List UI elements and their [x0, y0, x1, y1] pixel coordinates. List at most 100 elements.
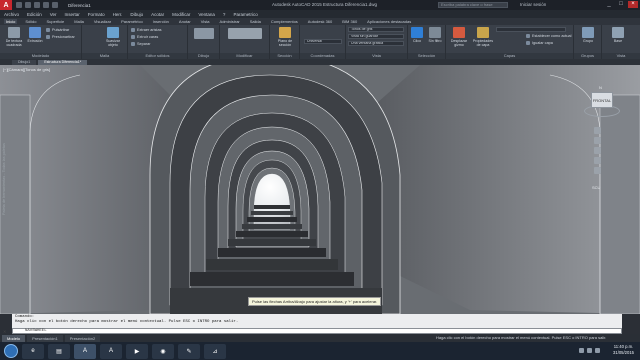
- match-layer-button[interactable]: Igualar capa: [526, 41, 553, 45]
- set-current-button[interactable]: Establecer como actual: [526, 34, 571, 38]
- tab-visualizar[interactable]: Visualizar: [92, 19, 113, 24]
- menu-item[interactable]: Archivo: [4, 12, 19, 17]
- new-icon[interactable]: [16, 2, 22, 8]
- tab-parametrico[interactable]: Paramétrico: [119, 19, 145, 24]
- modify-tools[interactable]: [226, 28, 264, 40]
- tab-administrar[interactable]: Administrar: [218, 19, 242, 24]
- menu-bar: Archivo Edición Ver Insertar Formato Her…: [0, 10, 640, 18]
- presspull-button[interactable]: Presionartirar: [46, 35, 75, 39]
- tab-modelo[interactable]: Modelo: [2, 334, 26, 342]
- viewport-controls-label[interactable]: [−][Cámara][Tonos de gris]: [3, 67, 50, 72]
- tab-malla[interactable]: Malla: [72, 19, 86, 24]
- media-icon[interactable]: ▶: [126, 343, 148, 359]
- pull-button[interactable]: Pulsártirar: [46, 28, 69, 32]
- menu-item[interactable]: Modificar: [172, 12, 190, 17]
- extrude-button[interactable]: Extrusión: [27, 27, 43, 43]
- menu-item[interactable]: Parametrico: [233, 12, 257, 17]
- tab-presentacion1[interactable]: Presentación1: [27, 334, 63, 342]
- tab-complementos[interactable]: Complementos: [269, 19, 300, 24]
- section-plane-button[interactable]: Plano de sección: [273, 27, 297, 47]
- clock[interactable]: 11:40 p.m. 31/05/2015: [613, 344, 634, 356]
- group-icon: [582, 27, 594, 38]
- visual-style-combo[interactable]: Tonos de gris: [348, 27, 404, 32]
- network-icon[interactable]: [579, 348, 584, 353]
- culling-icon: [411, 27, 423, 38]
- paint-icon[interactable]: ✎: [178, 343, 200, 359]
- tab-anotar[interactable]: Anotar: [177, 19, 193, 24]
- smooth-object-button[interactable]: Suavizar objeto: [102, 27, 124, 47]
- viewcube[interactable]: N FRONTAL: [584, 85, 620, 119]
- box-button[interactable]: De textura cuadrada: [2, 27, 26, 47]
- panel-modelado: De textura cuadrada Extrusión Pulsártira…: [0, 25, 82, 59]
- tool-palette-label[interactable]: Paleta de herramientas - Todas las palet…: [2, 143, 6, 215]
- explorer-icon[interactable]: ▤: [48, 343, 70, 359]
- menu-item[interactable]: ?: [223, 12, 226, 17]
- tab-solido[interactable]: Sólido: [23, 19, 38, 24]
- drawing-viewport[interactable]: [−][Cámara][Tonos de gris] N FRONTAL SCU…: [0, 65, 640, 314]
- tab-bim-360[interactable]: BIM 360: [340, 19, 359, 24]
- orbit-icon[interactable]: [593, 157, 601, 164]
- menu-item[interactable]: Herr.: [113, 12, 123, 17]
- minimize-icon[interactable]: _: [604, 1, 614, 8]
- draw-tools[interactable]: [192, 28, 216, 40]
- layer-properties-icon: [477, 27, 489, 38]
- pan-icon[interactable]: [593, 137, 601, 144]
- wcs-menu[interactable]: SCU: [592, 185, 600, 190]
- menu-item[interactable]: Ventana: [198, 12, 215, 17]
- no-filter-button[interactable]: Sin filtro: [426, 27, 444, 43]
- viewcube-face[interactable]: FRONTAL: [591, 92, 613, 108]
- flag-icon[interactable]: [595, 348, 600, 353]
- group-button[interactable]: Grupo: [578, 27, 598, 43]
- extrude-faces-button[interactable]: Extruir caras: [131, 35, 158, 39]
- layer-combo[interactable]: [496, 27, 566, 32]
- tab-vista[interactable]: Vista: [199, 19, 212, 24]
- application-menu-button[interactable]: A: [0, 0, 12, 10]
- maximize-icon[interactable]: □: [616, 1, 626, 8]
- menu-item[interactable]: Dibujo: [130, 12, 143, 17]
- ie-icon[interactable]: e: [22, 343, 44, 359]
- menu-item[interactable]: Ver: [50, 12, 57, 17]
- panel-seleccion: Cilco Sin filtro Selección: [408, 25, 446, 59]
- ucs-combo[interactable]: Universal: [304, 39, 342, 44]
- start-button[interactable]: [4, 344, 18, 358]
- menu-item[interactable]: Formato: [88, 12, 105, 17]
- extract-edges-button[interactable]: Extraer aristas: [131, 28, 161, 32]
- save-icon[interactable]: [34, 2, 40, 8]
- system-tray: [579, 348, 600, 353]
- viewport-config-combo[interactable]: Una ventana gráfica: [348, 41, 404, 46]
- undo-icon[interactable]: [43, 2, 49, 8]
- redo-icon[interactable]: [52, 2, 58, 8]
- showmotion-icon[interactable]: [593, 167, 601, 174]
- move-gizmo-button[interactable]: Desplazar gizmo: [448, 27, 470, 47]
- acrobat-icon[interactable]: ⊿: [204, 343, 226, 359]
- search-input[interactable]: Escriba palabra clave o frase: [438, 2, 508, 8]
- menu-item[interactable]: Acotar: [151, 12, 164, 17]
- tab-aplicaciones[interactable]: Aplicaciones destacadas: [365, 19, 413, 24]
- base-view-button[interactable]: Base: [608, 27, 628, 43]
- close-icon[interactable]: ×: [628, 1, 638, 8]
- menu-item[interactable]: Insertar: [65, 12, 80, 17]
- menu-item[interactable]: Edición: [27, 12, 42, 17]
- open-icon[interactable]: [25, 2, 31, 8]
- navigation-tooltip: Pulse las flechas Arriba/Abajo para ajus…: [248, 297, 382, 306]
- chrome-icon[interactable]: ◉: [152, 343, 174, 359]
- steering-wheel-icon[interactable]: [593, 127, 601, 134]
- panel-grupos: Grupo Grupos: [574, 25, 602, 59]
- layer-properties-button[interactable]: Propiedades de capa: [472, 27, 494, 47]
- tab-presentacion2[interactable]: Presentación2: [64, 334, 101, 342]
- autocad-icon[interactable]: A: [74, 343, 96, 359]
- window-title: Autodesk AutoCAD 2015 Estructura Diferen…: [272, 2, 378, 7]
- culling-button[interactable]: Cilco: [410, 27, 424, 43]
- autocad-icon-2[interactable]: A: [100, 343, 122, 359]
- tab-inicio[interactable]: Inicio: [4, 19, 18, 24]
- separate-button[interactable]: Separar: [131, 42, 151, 46]
- zoom-icon[interactable]: [593, 147, 601, 154]
- named-view-combo[interactable]: Vista sin guardar: [348, 34, 404, 39]
- workspace-label[interactable]: Diferencia1: [68, 3, 91, 8]
- volume-icon[interactable]: [587, 348, 592, 353]
- tab-superficie[interactable]: Superficie: [44, 19, 66, 24]
- signin-button[interactable]: Iniciar sesión: [520, 2, 546, 7]
- tab-salida[interactable]: Salida: [248, 19, 263, 24]
- tab-autodesk-360[interactable]: Autodesk 360: [306, 19, 334, 24]
- tab-insercion[interactable]: Inserción: [151, 19, 171, 24]
